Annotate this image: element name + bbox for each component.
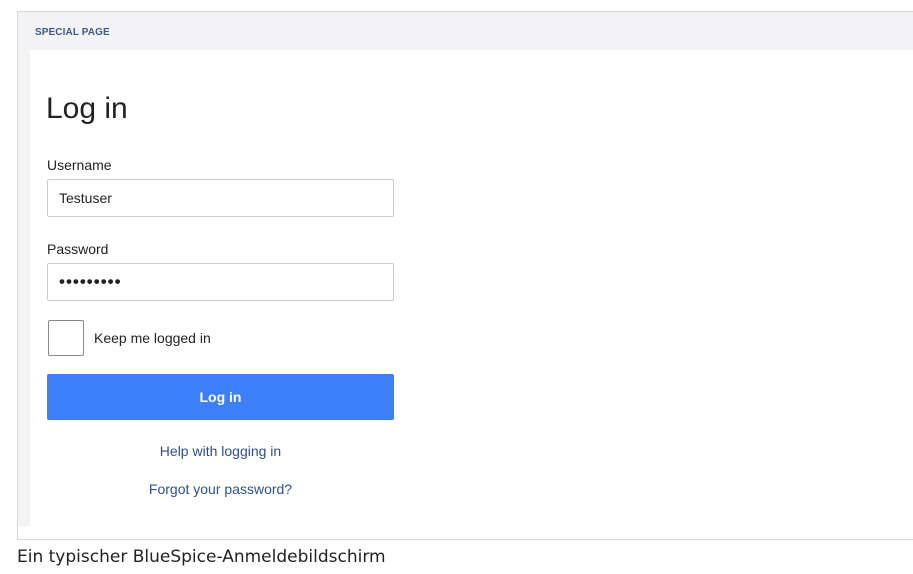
keep-logged-in-label: Keep me logged in bbox=[94, 330, 211, 346]
keep-logged-in-checkbox[interactable] bbox=[48, 320, 84, 356]
login-button[interactable]: Log in bbox=[47, 374, 394, 420]
username-input[interactable]: Testuser bbox=[47, 179, 394, 217]
password-value: ••••••••• bbox=[59, 272, 122, 291]
username-label: Username bbox=[47, 157, 112, 173]
special-page-label: SPECIAL PAGE bbox=[35, 27, 110, 38]
page-title: Log in bbox=[46, 92, 128, 125]
password-input[interactable]: ••••••••• bbox=[47, 263, 394, 301]
password-label: Password bbox=[47, 241, 109, 257]
forgot-password-link[interactable]: Forgot your password? bbox=[47, 481, 394, 497]
login-panel: SPECIAL PAGE Log in Username Testuser Pa… bbox=[17, 11, 913, 540]
username-value: Testuser bbox=[59, 190, 112, 206]
screenshot-caption: Ein typischer BlueSpice-Anmeldebildschir… bbox=[17, 547, 386, 567]
left-rail bbox=[18, 50, 30, 526]
help-logging-in-link[interactable]: Help with logging in bbox=[47, 443, 394, 459]
page-header-band bbox=[18, 12, 913, 50]
